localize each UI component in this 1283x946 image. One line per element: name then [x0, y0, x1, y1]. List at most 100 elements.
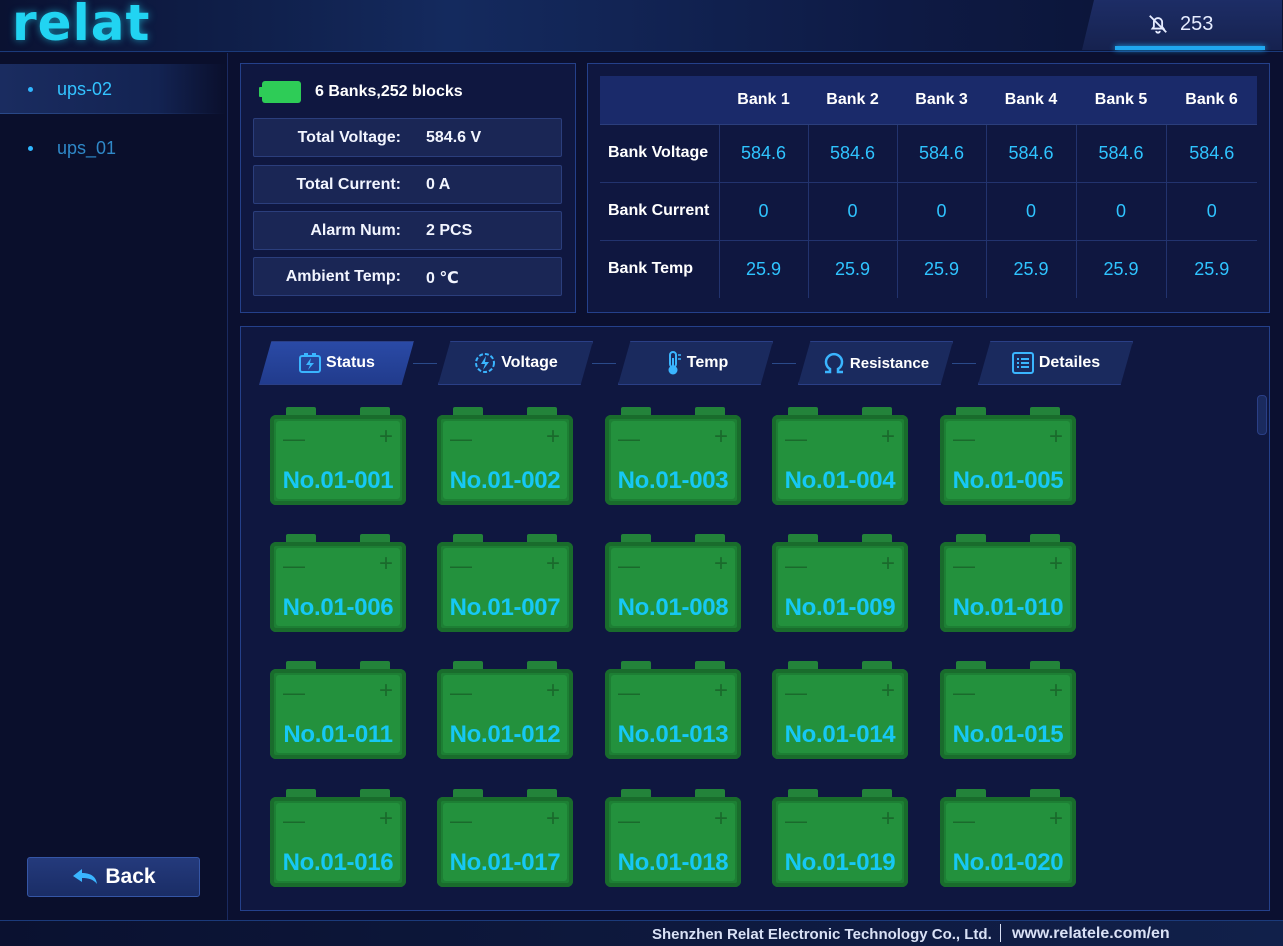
battery-label: No.01-004	[784, 467, 896, 494]
table-cell: 0	[897, 182, 987, 241]
minus-icon: —	[618, 553, 640, 578]
table-cell: 25.9	[1194, 258, 1230, 279]
minus-icon: —	[953, 553, 975, 578]
minus-icon: —	[785, 553, 807, 578]
bell-off-icon[interactable]	[1147, 13, 1169, 35]
minus-icon: —	[283, 553, 305, 578]
battery-label: No.01-018	[617, 849, 729, 876]
minus-icon: —	[283, 808, 305, 833]
tab-status[interactable]: Status	[259, 341, 414, 385]
tab-label: Status	[326, 354, 375, 371]
plus-icon: +	[713, 423, 728, 450]
table-cell: 0	[986, 182, 1077, 241]
battery-label: No.01-015	[952, 721, 1064, 748]
tab-label: Temp	[686, 354, 729, 371]
plus-icon: +	[378, 677, 393, 704]
table-cell: 25.9	[1076, 240, 1167, 298]
sidebar-item-ups-01[interactable]: ups_01	[0, 123, 226, 173]
table-cell: 25.9	[986, 240, 1077, 298]
company-url[interactable]: www.relatele.com/en	[1012, 925, 1170, 943]
table-cell: 25.9	[719, 240, 809, 298]
tab-voltage[interactable]: Voltage	[438, 341, 593, 385]
plus-icon: +	[1048, 550, 1063, 577]
total-current-value: 0 A	[426, 176, 451, 193]
tab-label: Detailes	[1038, 354, 1101, 371]
table-cell: 0	[719, 182, 809, 241]
minus-icon: —	[953, 426, 975, 451]
company-name: Shenzhen Relat Electronic Technology Co.…	[652, 926, 992, 943]
sidebar-item-ups-02[interactable]: ups-02	[0, 64, 226, 114]
table-row: Bank Current 0 0 0 0 0 0	[600, 182, 1257, 241]
battery-label: No.01-007	[449, 594, 561, 621]
battery-block[interactable]: — + No.01-002	[437, 407, 573, 505]
total-current-row: Total Current: 0 A	[253, 165, 562, 204]
main-panel: Status Voltage Temp Resistance Detailes …	[240, 326, 1270, 911]
tab-connector	[413, 363, 437, 364]
table-cell: 584.6	[1076, 124, 1167, 183]
battery-block[interactable]: — + No.01-012	[437, 661, 573, 759]
plus-icon: +	[880, 423, 895, 450]
minus-icon: —	[785, 426, 807, 451]
plus-icon: +	[880, 805, 895, 832]
tab-details[interactable]: Detailes	[978, 341, 1133, 385]
tab-connector	[772, 363, 796, 364]
battery-block[interactable]: — + No.01-014	[772, 661, 908, 759]
battery-label: No.01-002	[449, 467, 561, 494]
battery-block[interactable]: — + No.01-019	[772, 789, 908, 887]
total-voltage-row: Total Voltage: 584.6 V	[253, 118, 562, 157]
row-header: Bank Temp	[600, 240, 720, 298]
plus-icon: +	[880, 677, 895, 704]
minus-icon: —	[618, 680, 640, 705]
battery-label: No.01-011	[283, 721, 393, 748]
sidebar: ups-02 ups_01	[0, 53, 228, 920]
table-row: Bank Temp 25.9 25.9 25.9 25.9 25.9 25.9	[600, 240, 1257, 298]
tab-temp[interactable]: Temp	[618, 341, 773, 385]
plus-icon: +	[713, 677, 728, 704]
battery-label: No.01-012	[449, 721, 561, 748]
battery-block[interactable]: — + No.01-015	[940, 661, 1076, 759]
total-current-label: Total Current:	[296, 176, 401, 193]
tab-connector	[952, 363, 976, 364]
minus-icon: —	[450, 808, 472, 833]
sidebar-item-label: ups_01	[57, 137, 117, 158]
tab-resistance[interactable]: Resistance	[798, 341, 953, 385]
battery-block[interactable]: — + No.01-018	[605, 789, 741, 887]
plus-icon: +	[545, 805, 560, 832]
battery-block[interactable]: — + No.01-010	[940, 534, 1076, 632]
plus-icon: +	[713, 805, 728, 832]
minus-icon: —	[785, 808, 807, 833]
plus-icon: +	[1048, 805, 1063, 832]
battery-block[interactable]: — + No.01-008	[605, 534, 741, 632]
battery-block[interactable]: — + No.01-011	[270, 661, 406, 759]
table-cell: 584.6	[1166, 124, 1257, 183]
alarm-count[interactable]: 253	[1180, 13, 1213, 36]
battery-block[interactable]: — + No.01-001	[270, 407, 406, 505]
minus-icon: —	[450, 680, 472, 705]
battery-label: No.01-005	[952, 467, 1064, 494]
gauge-icon	[473, 352, 497, 374]
table-cell: 584.6	[808, 124, 898, 183]
battery-charge-icon	[298, 352, 322, 374]
summary-panel: 6 Banks,252 blocks Total Voltage: 584.6 …	[240, 63, 576, 313]
battery-block[interactable]: — + No.01-017	[437, 789, 573, 887]
scrollbar-thumb[interactable]	[1257, 395, 1267, 435]
battery-block[interactable]: — + No.01-004	[772, 407, 908, 505]
battery-block[interactable]: — + No.01-009	[772, 534, 908, 632]
battery-label: No.01-003	[617, 467, 729, 494]
column-header: Bank 4	[986, 76, 1076, 125]
bullet-icon	[28, 145, 33, 151]
minus-icon: —	[953, 680, 975, 705]
battery-block[interactable]: — + No.01-007	[437, 534, 573, 632]
battery-block[interactable]: — + No.01-016	[270, 789, 406, 887]
battery-block[interactable]: — + No.01-005	[940, 407, 1076, 505]
battery-block[interactable]: — + No.01-003	[605, 407, 741, 505]
ambient-temp-value: 0 ℃	[426, 270, 459, 287]
plus-icon: +	[545, 550, 560, 577]
back-button[interactable]: Back	[27, 857, 200, 897]
bank-table: Bank 1 Bank 2 Bank 3 Bank 4 Bank 5 Bank …	[600, 76, 1257, 298]
logo: relat	[12, 0, 151, 52]
minus-icon: —	[450, 553, 472, 578]
battery-block[interactable]: — + No.01-013	[605, 661, 741, 759]
battery-block[interactable]: — + No.01-006	[270, 534, 406, 632]
battery-block[interactable]: — + No.01-020	[940, 789, 1076, 887]
